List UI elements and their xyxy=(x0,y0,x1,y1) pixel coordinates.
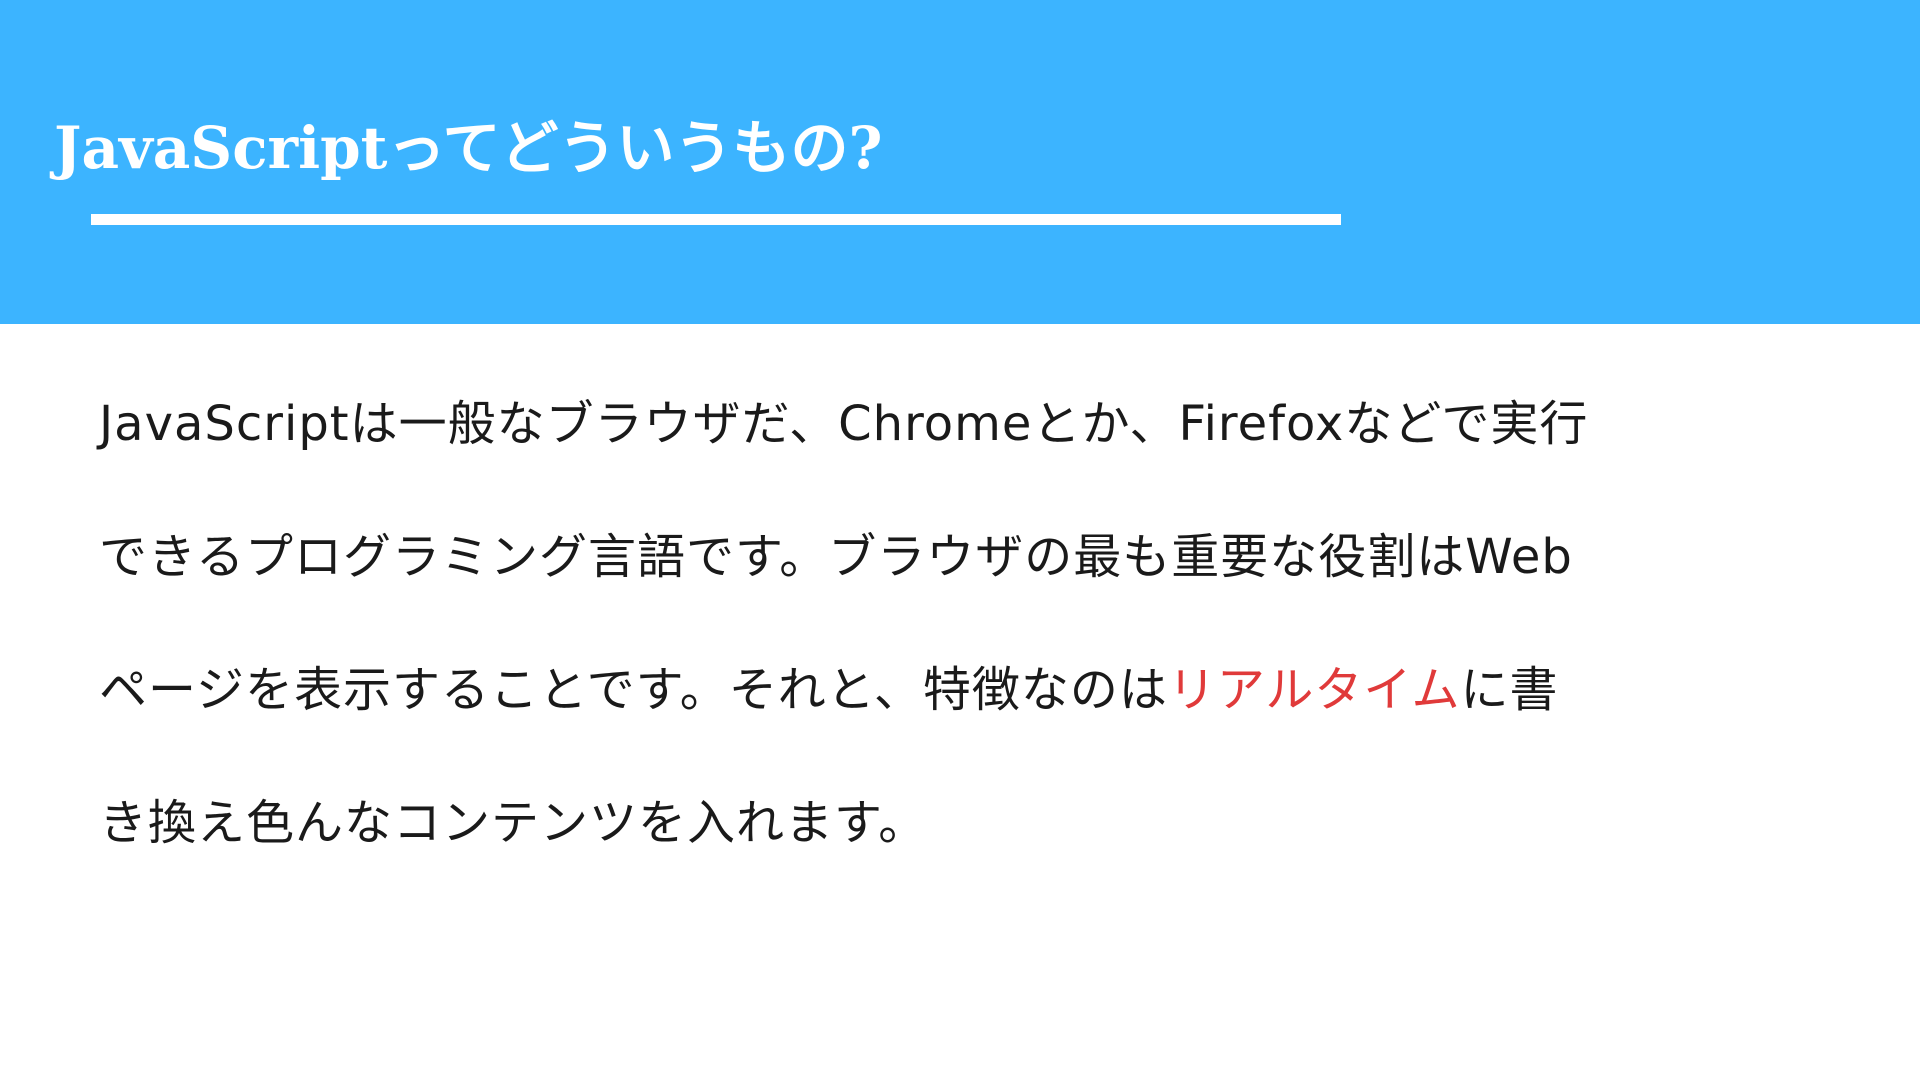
body-paragraph: JavaScriptは一般なブラウザだ、Chromeとか、Firefoxなどで実… xyxy=(99,358,1859,890)
slide-title: JavaScriptってどういうもの? xyxy=(54,114,883,182)
slide: JavaScriptってどういうもの? JavaScriptは一般なブラウザだ、… xyxy=(0,0,1920,1080)
body-line-2: できるプログラミング言語です。ブラウザの最も重要な役割はWeb xyxy=(99,529,1573,585)
highlighted-term: リアルタイム xyxy=(1167,662,1461,718)
title-underline xyxy=(91,214,1341,225)
body-line-3-end: に書 xyxy=(1460,662,1559,718)
body-line-3: ページを表示することです。それと、特徴なのはリアルタイムに書 xyxy=(99,624,1859,757)
body-line-1: JavaScriptは一般なブラウザだ、Chromeとか、Firefoxなどで実… xyxy=(99,396,1589,452)
body-line-4: き換え色んなコンテンツを入れます。 xyxy=(99,795,928,851)
body-line-3-start: ページを表示することです。それと、特徴なのは xyxy=(99,662,1168,718)
header-band: JavaScriptってどういうもの? xyxy=(0,0,1920,324)
